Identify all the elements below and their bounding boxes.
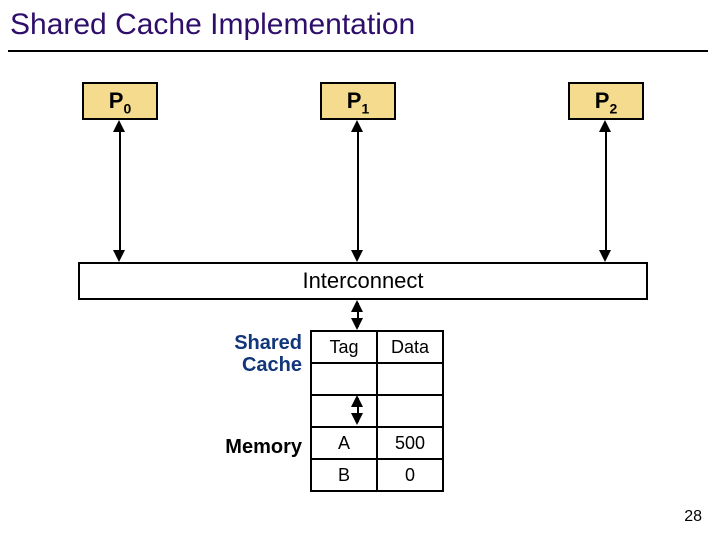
processor-p0-letter: P [109,88,124,113]
title-underline [8,50,708,52]
cache-cell [377,363,443,395]
arrow-p1-down-icon [351,250,363,262]
page-number: 28 [684,508,702,526]
table-row [311,395,443,427]
arrow-cache-memory-down-icon [351,413,363,425]
memory-val: 0 [377,459,443,491]
table-row: Tag Data [311,331,443,363]
arrow-cache-memory-up-icon [351,395,363,407]
arrow-p2-interconnect-line [605,124,607,258]
cache-cell [377,395,443,427]
arrow-p1-up-icon [351,120,363,132]
arrow-p0-down-icon [113,250,125,262]
memory-val: 500 [377,427,443,459]
processor-p1: P1 [320,82,396,120]
processor-p0-sub: 0 [123,100,131,116]
cache-cell [311,395,377,427]
table-row: B 0 [311,459,443,491]
cache-header-data: Data [377,331,443,363]
memory-addr: A [311,427,377,459]
arrow-p2-down-icon [599,250,611,262]
shared-cache-table: Tag Data [310,330,444,428]
shared-cache-label: SharedCache [204,332,302,376]
arrow-p1-interconnect-line [357,124,359,258]
arrow-p0-interconnect-line [119,124,121,258]
processor-p2-sub: 2 [609,100,617,116]
cache-cell [311,363,377,395]
page-title: Shared Cache Implementation [10,8,415,42]
arrow-interconnect-cache-up-icon [351,300,363,312]
processor-p0: P0 [82,82,158,120]
memory-label: Memory [204,436,302,458]
cache-header-tag: Tag [311,331,377,363]
memory-addr: B [311,459,377,491]
arrow-interconnect-cache-down-icon [351,318,363,330]
processor-p1-sub: 1 [361,100,369,116]
table-row: A 500 [311,427,443,459]
memory-table: A 500 B 0 [310,426,444,492]
processor-p2-letter: P [595,88,610,113]
processor-p2: P2 [568,82,644,120]
table-row [311,363,443,395]
arrow-p2-up-icon [599,120,611,132]
arrow-p0-up-icon [113,120,125,132]
processor-p1-letter: P [347,88,362,113]
interconnect-box: Interconnect [78,262,648,300]
